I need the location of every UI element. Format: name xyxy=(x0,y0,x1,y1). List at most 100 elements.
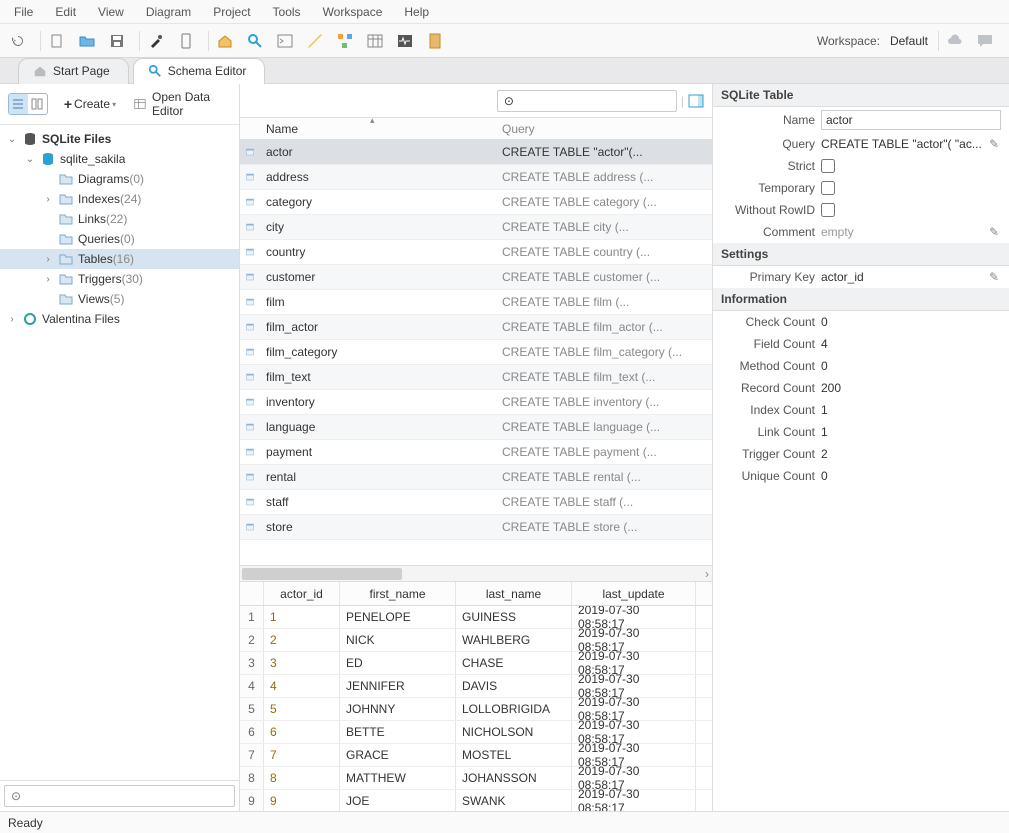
cloud-icon[interactable] xyxy=(943,29,967,53)
prop-temporary-checkbox[interactable] xyxy=(821,181,835,195)
menu-workspace[interactable]: Workspace xyxy=(313,2,393,22)
tree-links[interactable]: Links(22) xyxy=(0,209,239,229)
tree-sqlite_sakila[interactable]: ⌄sqlite_sakila xyxy=(0,149,239,169)
grid-body[interactable]: actorCREATE TABLE "actor"(...addressCREA… xyxy=(240,140,712,565)
terminal-icon[interactable] xyxy=(273,29,297,53)
expand-icon[interactable]: ⌄ xyxy=(24,154,36,165)
table-row[interactable]: storeCREATE TABLE store (... xyxy=(240,515,712,540)
edit-icon[interactable]: ✎ xyxy=(987,225,1001,239)
table-row[interactable]: cityCREATE TABLE city (... xyxy=(240,215,712,240)
schema-editor-icon[interactable] xyxy=(243,29,267,53)
table-row[interactable]: filmCREATE TABLE film (... xyxy=(240,290,712,315)
table-icon xyxy=(240,520,260,534)
col-name[interactable]: Name xyxy=(260,122,496,136)
table-row[interactable]: categoryCREATE TABLE category (... xyxy=(240,190,712,215)
diagram-icon[interactable] xyxy=(333,29,357,53)
info-row: Check Count0 xyxy=(713,311,1009,333)
edit-icon[interactable]: ✎ xyxy=(987,137,1001,151)
expand-icon[interactable]: ⌄ xyxy=(6,134,18,145)
tree-tables[interactable]: ›Tables(16) xyxy=(0,249,239,269)
tree-indexes[interactable]: ›Indexes(24) xyxy=(0,189,239,209)
list-view-icon[interactable] xyxy=(9,94,28,114)
view-mode-toggle[interactable] xyxy=(8,93,48,115)
menu-tools[interactable]: Tools xyxy=(263,2,311,22)
menu-view[interactable]: View xyxy=(88,2,134,22)
table-row[interactable]: customerCREATE TABLE customer (... xyxy=(240,265,712,290)
expand-icon[interactable]: › xyxy=(42,194,54,205)
new-file-icon[interactable] xyxy=(45,29,69,53)
data-row[interactable]: 99JOESWANK2019-07-30 08:58:17 xyxy=(240,790,712,811)
status-bar: Ready xyxy=(0,811,1009,833)
menu-edit[interactable]: Edit xyxy=(45,2,86,22)
open-data-editor-button[interactable]: Open Data Editor xyxy=(134,90,231,118)
folder-icon xyxy=(58,271,74,287)
col-query[interactable]: Query xyxy=(496,122,712,136)
prop-withoutrowid-checkbox[interactable] xyxy=(821,203,835,217)
data-grid-header[interactable]: actor_id first_name last_name last_updat… xyxy=(240,582,712,606)
table-icon xyxy=(240,395,260,409)
grid-header[interactable]: ▴ Name Query xyxy=(240,118,712,140)
db-tree[interactable]: ⌄SQLite Files⌄sqlite_sakilaDiagrams(0)›I… xyxy=(0,125,239,780)
edit-icon[interactable]: ✎ xyxy=(987,270,1001,284)
table-row[interactable]: film_actorCREATE TABLE film_actor (... xyxy=(240,315,712,340)
tree-sqlite-files[interactable]: ⌄SQLite Files xyxy=(0,129,239,149)
tree-valentina-files[interactable]: ›Valentina Files xyxy=(0,309,239,329)
menu-diagram[interactable]: Diagram xyxy=(136,2,201,22)
info-row: Method Count0 xyxy=(713,355,1009,377)
notebook-icon[interactable] xyxy=(423,29,447,53)
workspace-label: Workspace: xyxy=(817,34,884,48)
prop-name-input[interactable] xyxy=(821,110,1001,130)
tab-schema-editor[interactable]: Schema Editor xyxy=(133,58,266,84)
table-row[interactable]: film_textCREATE TABLE film_text (... xyxy=(240,365,712,390)
table-row[interactable]: addressCREATE TABLE address (... xyxy=(240,165,712,190)
expand-icon[interactable]: › xyxy=(42,254,54,265)
undo-icon[interactable] xyxy=(6,29,30,53)
data-grid: actor_id first_name last_name last_updat… xyxy=(240,581,712,811)
menu-file[interactable]: File xyxy=(4,2,43,22)
prop-strict-checkbox[interactable] xyxy=(821,159,835,173)
table-icon[interactable] xyxy=(363,29,387,53)
panel-toggle-icon[interactable] xyxy=(688,93,704,109)
table-row[interactable]: inventoryCREATE TABLE inventory (... xyxy=(240,390,712,415)
table-row[interactable]: actorCREATE TABLE "actor"(... xyxy=(240,140,712,165)
tree-queries[interactable]: Queries(0) xyxy=(0,229,239,249)
horizontal-scrollbar[interactable]: ‹ › xyxy=(240,565,712,581)
table-icon xyxy=(240,270,260,284)
tab-start-page[interactable]: Start Page xyxy=(18,58,129,84)
chat-icon[interactable] xyxy=(973,29,997,53)
main-toolbar: Workspace: Default xyxy=(0,24,1009,58)
folder-icon xyxy=(58,191,74,207)
save-icon[interactable] xyxy=(105,29,129,53)
prop-query-value: CREATE TABLE "actor"( "ac... xyxy=(821,137,987,151)
create-button[interactable]: +Create▾ xyxy=(58,93,122,115)
grid-search-input[interactable] xyxy=(497,90,677,112)
expand-icon[interactable]: › xyxy=(6,314,18,325)
activity-icon[interactable] xyxy=(393,29,417,53)
sidebar-search-input[interactable] xyxy=(4,785,235,807)
table-row[interactable]: countryCREATE TABLE country (... xyxy=(240,240,712,265)
table-row[interactable]: paymentCREATE TABLE payment (... xyxy=(240,440,712,465)
menu-help[interactable]: Help xyxy=(394,2,439,22)
open-folder-icon[interactable] xyxy=(75,29,99,53)
tree-triggers[interactable]: ›Triggers(30) xyxy=(0,269,239,289)
menubar: FileEditViewDiagramProjectToolsWorkspace… xyxy=(0,0,1009,24)
workspace-value[interactable]: Default xyxy=(884,32,934,50)
device-icon[interactable] xyxy=(174,29,198,53)
tree-views[interactable]: Views(5) xyxy=(0,289,239,309)
section-settings: Settings xyxy=(713,243,1009,266)
table-row[interactable]: staffCREATE TABLE staff (... xyxy=(240,490,712,515)
table-row[interactable]: film_categoryCREATE TABLE film_category … xyxy=(240,340,712,365)
column-view-icon[interactable] xyxy=(28,94,47,114)
tree-diagrams[interactable]: Diagrams(0) xyxy=(0,169,239,189)
section-sqlite-table: SQLite Table xyxy=(713,84,1009,107)
color-picker-icon[interactable] xyxy=(144,29,168,53)
table-row[interactable]: languageCREATE TABLE language (... xyxy=(240,415,712,440)
expand-icon[interactable]: › xyxy=(42,274,54,285)
ruler-icon[interactable] xyxy=(303,29,327,53)
data-grid-body[interactable]: 11PENELOPEGUINESS2019-07-30 08:58:1722NI… xyxy=(240,606,712,811)
table-row[interactable]: rentalCREATE TABLE rental (... xyxy=(240,465,712,490)
home-icon[interactable] xyxy=(213,29,237,53)
menu-project[interactable]: Project xyxy=(203,2,260,22)
info-row: Link Count1 xyxy=(713,421,1009,443)
section-information: Information xyxy=(713,288,1009,311)
